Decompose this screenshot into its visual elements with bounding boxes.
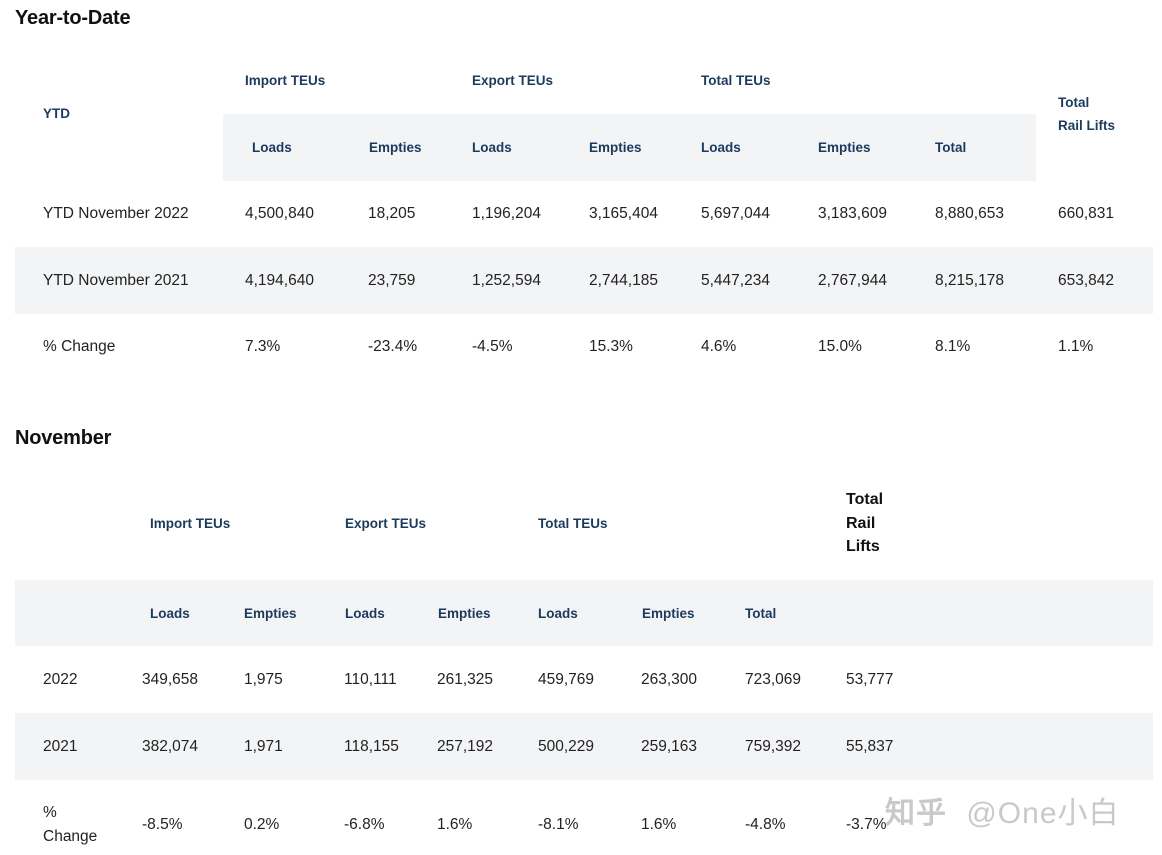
nov-subheader: Empties xyxy=(642,606,695,621)
ytd-subheader: Loads xyxy=(701,140,741,155)
nov-cell: 500,229 xyxy=(538,738,595,755)
ytd-subheader: Empties xyxy=(369,140,422,155)
ytd-rail-header-line: Rail Lifts xyxy=(1058,118,1116,133)
ytd-row-label: YTD November 2022 xyxy=(43,205,189,222)
ytd-cell: 1.1% xyxy=(1058,338,1094,355)
ytd-row-label: % Change xyxy=(43,338,116,355)
nov-subheader: Empties xyxy=(438,606,491,621)
nov-subheader: Total xyxy=(745,606,777,621)
ytd-cell: 5,447,234 xyxy=(701,272,770,289)
nov-cell: 459,769 xyxy=(538,671,595,688)
nov-rail-header-line: Lifts xyxy=(846,538,880,555)
nov-row-label: 2022 xyxy=(43,671,78,688)
ytd-cell: 1,196,204 xyxy=(472,205,541,222)
nov-group-total: Total TEUs xyxy=(538,516,608,531)
nov-cell: -8.1% xyxy=(538,816,579,833)
nov-cell: 723,069 xyxy=(745,671,802,688)
ytd-subheader: Empties xyxy=(818,140,871,155)
nov-cell: 263,300 xyxy=(641,671,698,688)
nov-rail-header-line: Rail xyxy=(846,514,876,532)
ytd-cell: 8,215,178 xyxy=(935,272,1004,289)
nov-subheader: Loads xyxy=(538,606,578,621)
ytd-cell: 15.0% xyxy=(818,338,862,355)
ytd-row-label-header: YTD xyxy=(43,106,70,121)
ytd-section-title: Year-to-Date xyxy=(15,7,131,29)
nov-cell: 261,325 xyxy=(437,671,494,688)
ytd-cell: 1,252,594 xyxy=(472,272,541,289)
nov-cell: 118,155 xyxy=(344,738,399,755)
watermark: 知乎 @One小白 xyxy=(885,788,1120,832)
ytd-cell: 3,165,404 xyxy=(589,205,658,222)
nov-cell: -8.5% xyxy=(142,816,183,833)
ytd-cell: 660,831 xyxy=(1058,205,1115,222)
nov-cell: 349,658 xyxy=(142,671,199,688)
nov-cell: 110,111 xyxy=(344,671,397,688)
nov-cell: 53,777 xyxy=(846,671,894,688)
nov-row-label-line: Change xyxy=(43,828,98,845)
nov-rail-header: Total Rail Lifts xyxy=(846,488,883,559)
nov-cell: -3.7% xyxy=(846,816,887,833)
nov-row-label: 2021 xyxy=(43,738,78,755)
ytd-cell: 4,194,640 xyxy=(245,272,314,289)
november-section-title: November xyxy=(15,427,112,449)
nov-cell: 759,392 xyxy=(745,738,802,755)
ytd-rail-header: Total Rail Lifts xyxy=(1058,91,1115,137)
ytd-cell: 5,697,044 xyxy=(701,205,770,222)
ytd-cell: 18,205 xyxy=(368,205,416,222)
ytd-rail-header-line: Total xyxy=(1058,95,1090,110)
ytd-cell: 7.3% xyxy=(245,338,281,355)
watermark-logo: 知乎 xyxy=(885,797,947,830)
nov-row-label: % Change xyxy=(43,801,97,849)
watermark-handle: @One小白 xyxy=(966,797,1120,830)
nov-subheader: Loads xyxy=(150,606,190,621)
ytd-group-import: Import TEUs xyxy=(245,73,326,88)
nov-cell: 0.2% xyxy=(244,816,280,833)
nov-cell: 1.6% xyxy=(437,816,473,833)
ytd-cell: -4.5% xyxy=(472,338,513,355)
nov-row-label-line: % xyxy=(43,804,57,821)
ytd-subheader: Loads xyxy=(472,140,512,155)
nov-cell: 1,975 xyxy=(244,671,283,688)
nov-cell: 382,074 xyxy=(142,738,199,755)
ytd-row-label: YTD November 2021 xyxy=(43,272,189,289)
nov-cell: -6.8% xyxy=(344,816,385,833)
ytd-cell: 8.1% xyxy=(935,338,971,355)
ytd-cell: 653,842 xyxy=(1058,272,1115,289)
nov-subheader: Empties xyxy=(244,606,297,621)
nov-cell: -4.8% xyxy=(745,816,786,833)
ytd-cell: 15.3% xyxy=(589,338,633,355)
ytd-subheader: Empties xyxy=(589,140,642,155)
ytd-cell: 23,759 xyxy=(368,272,416,289)
ytd-cell: 2,744,185 xyxy=(589,272,658,289)
ytd-cell: -23.4% xyxy=(368,338,418,355)
ytd-cell: 4,500,840 xyxy=(245,205,314,222)
ytd-cell: 2,767,944 xyxy=(818,272,887,289)
nov-cell: 1.6% xyxy=(641,816,677,833)
ytd-group-export: Export TEUs xyxy=(472,73,554,88)
ytd-subheader: Loads xyxy=(252,140,292,155)
ytd-subheader: Total xyxy=(935,140,967,155)
nov-rail-header-line: Total xyxy=(846,491,884,508)
ytd-cell: 4.6% xyxy=(701,338,737,355)
ytd-group-total: Total TEUs xyxy=(701,73,771,88)
ytd-cell: 3,183,609 xyxy=(818,205,887,222)
ytd-cell: 8,880,653 xyxy=(935,205,1004,222)
nov-group-import: Import TEUs xyxy=(150,516,231,531)
nov-cell: 259,163 xyxy=(641,738,698,755)
nov-cell: 1,971 xyxy=(244,738,283,755)
nov-group-export: Export TEUs xyxy=(345,516,427,531)
nov-cell: 55,837 xyxy=(846,738,894,755)
nov-cell: 257,192 xyxy=(437,738,494,755)
nov-subheader: Loads xyxy=(345,606,385,621)
